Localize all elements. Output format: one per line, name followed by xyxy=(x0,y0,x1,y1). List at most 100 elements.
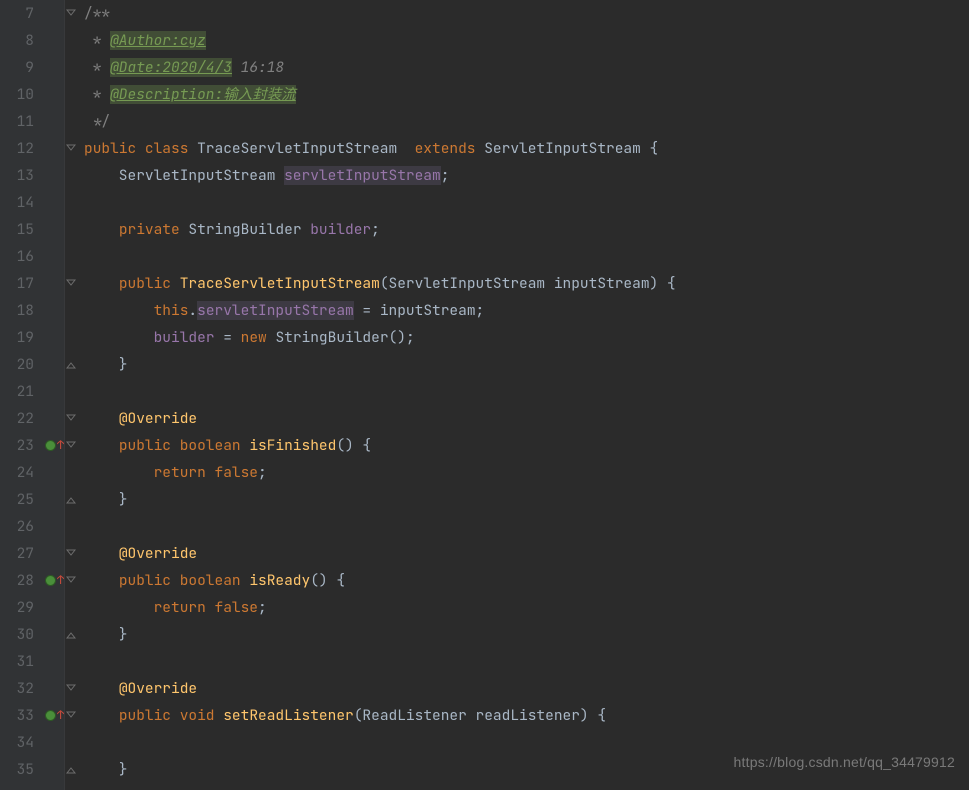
fold-open-icon[interactable] xyxy=(66,441,76,451)
fold-open-icon[interactable] xyxy=(66,684,76,694)
code-token xyxy=(84,436,119,455)
code-line[interactable] xyxy=(84,378,969,405)
code-line[interactable]: @Override xyxy=(84,405,969,432)
code-token: extends xyxy=(415,139,485,158)
line-number: 34 xyxy=(0,729,34,756)
code-line[interactable]: private StringBuilder builder; xyxy=(84,216,969,243)
code-area[interactable]: /** * @Author:cyz * @Date:2020/4/3 16:18… xyxy=(78,0,969,790)
code-token: */ xyxy=(84,112,110,131)
code-token: TraceServletInputStream xyxy=(197,139,415,158)
line-number: 23 xyxy=(0,432,34,459)
line-number: 30 xyxy=(0,621,34,648)
fold-open-icon[interactable] xyxy=(66,9,76,19)
code-token: () { xyxy=(310,571,345,590)
code-editor[interactable]: 7891011121314151617181920212223242526272… xyxy=(0,0,969,790)
code-line[interactable]: * @Description:输入封装流 xyxy=(84,81,969,108)
fold-close-icon[interactable] xyxy=(66,630,76,640)
code-token: @Description:输入封装流 xyxy=(110,85,296,104)
code-token xyxy=(84,679,119,698)
code-line[interactable]: } xyxy=(84,621,969,648)
line-number-gutter: 7891011121314151617181920212223242526272… xyxy=(0,0,42,790)
code-token: (ReadListener readListener) { xyxy=(354,706,606,725)
fold-open-icon[interactable] xyxy=(66,279,76,289)
code-line[interactable] xyxy=(84,513,969,540)
code-token: isReady xyxy=(249,571,310,590)
code-line[interactable]: * @Date:2020/4/3 16:18 xyxy=(84,54,969,81)
code-line[interactable]: } xyxy=(84,351,969,378)
line-number: 14 xyxy=(0,189,34,216)
code-token: ; xyxy=(441,166,450,185)
line-number: 12 xyxy=(0,135,34,162)
fold-close-icon[interactable] xyxy=(66,495,76,505)
code-token: @Override xyxy=(119,544,197,563)
fold-close-icon[interactable] xyxy=(66,360,76,370)
code-line[interactable]: return false; xyxy=(84,594,969,621)
code-token: . xyxy=(188,301,197,320)
code-token: } xyxy=(84,625,128,644)
line-number: 22 xyxy=(0,405,34,432)
code-line[interactable] xyxy=(84,648,969,675)
code-line[interactable]: /** xyxy=(84,0,969,27)
code-token: } xyxy=(84,490,128,509)
line-number: 20 xyxy=(0,351,34,378)
code-line[interactable]: public boolean isReady() { xyxy=(84,567,969,594)
code-line[interactable]: return false; xyxy=(84,459,969,486)
code-token: private xyxy=(119,220,189,239)
code-token: setReadListener xyxy=(223,706,354,725)
line-number: 16 xyxy=(0,243,34,270)
code-line[interactable]: public void setReadListener(ReadListener… xyxy=(84,702,969,729)
override-marker-icon[interactable]: ↑ xyxy=(45,439,64,451)
code-token xyxy=(84,598,154,617)
code-token: @Override xyxy=(119,409,197,428)
override-marker-icon[interactable]: ↑ xyxy=(45,709,64,721)
fold-open-icon[interactable] xyxy=(66,144,76,154)
line-number: 17 xyxy=(0,270,34,297)
fold-open-icon[interactable] xyxy=(66,549,76,559)
override-marker-icon[interactable]: ↑ xyxy=(45,574,64,586)
code-token: TraceServletInputStream xyxy=(180,274,380,293)
fold-open-icon[interactable] xyxy=(66,576,76,586)
code-token: return false xyxy=(154,598,258,617)
code-token: ; xyxy=(258,598,267,617)
code-token xyxy=(84,544,119,563)
line-number: 27 xyxy=(0,540,34,567)
code-token xyxy=(84,463,154,482)
code-line[interactable]: builder = new StringBuilder(); xyxy=(84,324,969,351)
code-token: @Author:cyz xyxy=(110,31,206,50)
code-token: ; xyxy=(371,220,380,239)
code-line[interactable]: ServletInputStream servletInputStream; xyxy=(84,162,969,189)
code-line[interactable]: @Override xyxy=(84,675,969,702)
code-line[interactable]: this.servletInputStream = inputStream; xyxy=(84,297,969,324)
line-number: 25 xyxy=(0,486,34,513)
code-line[interactable]: public boolean isFinished() { xyxy=(84,432,969,459)
code-token: public boolean xyxy=(119,571,250,590)
code-token: public boolean xyxy=(119,436,250,455)
fold-open-icon[interactable] xyxy=(66,711,76,721)
line-number: 8 xyxy=(0,27,34,54)
code-token: } xyxy=(84,355,128,374)
code-token: (ServletInputStream inputStream) { xyxy=(380,274,676,293)
code-line[interactable]: } xyxy=(84,486,969,513)
code-token xyxy=(84,274,119,293)
code-line[interactable]: @Override xyxy=(84,540,969,567)
code-token: servletInputStream xyxy=(197,301,354,320)
line-number: 32 xyxy=(0,675,34,702)
code-line[interactable] xyxy=(84,189,969,216)
fold-close-icon[interactable] xyxy=(66,765,76,775)
code-line[interactable]: * @Author:cyz xyxy=(84,27,969,54)
code-line[interactable]: public class TraceServletInputStream ext… xyxy=(84,135,969,162)
code-token xyxy=(84,301,154,320)
line-number: 10 xyxy=(0,81,34,108)
line-number: 28 xyxy=(0,567,34,594)
gutter-marker-column: ↑ ↑ ↑ xyxy=(42,0,64,790)
code-token: public xyxy=(119,274,180,293)
line-number: 18 xyxy=(0,297,34,324)
code-token: StringBuilder xyxy=(188,220,310,239)
code-token xyxy=(84,409,119,428)
code-line[interactable]: */ xyxy=(84,108,969,135)
fold-open-icon[interactable] xyxy=(66,414,76,424)
code-token: { xyxy=(650,139,659,158)
line-number: 13 xyxy=(0,162,34,189)
code-line[interactable] xyxy=(84,243,969,270)
code-line[interactable]: public TraceServletInputStream(ServletIn… xyxy=(84,270,969,297)
